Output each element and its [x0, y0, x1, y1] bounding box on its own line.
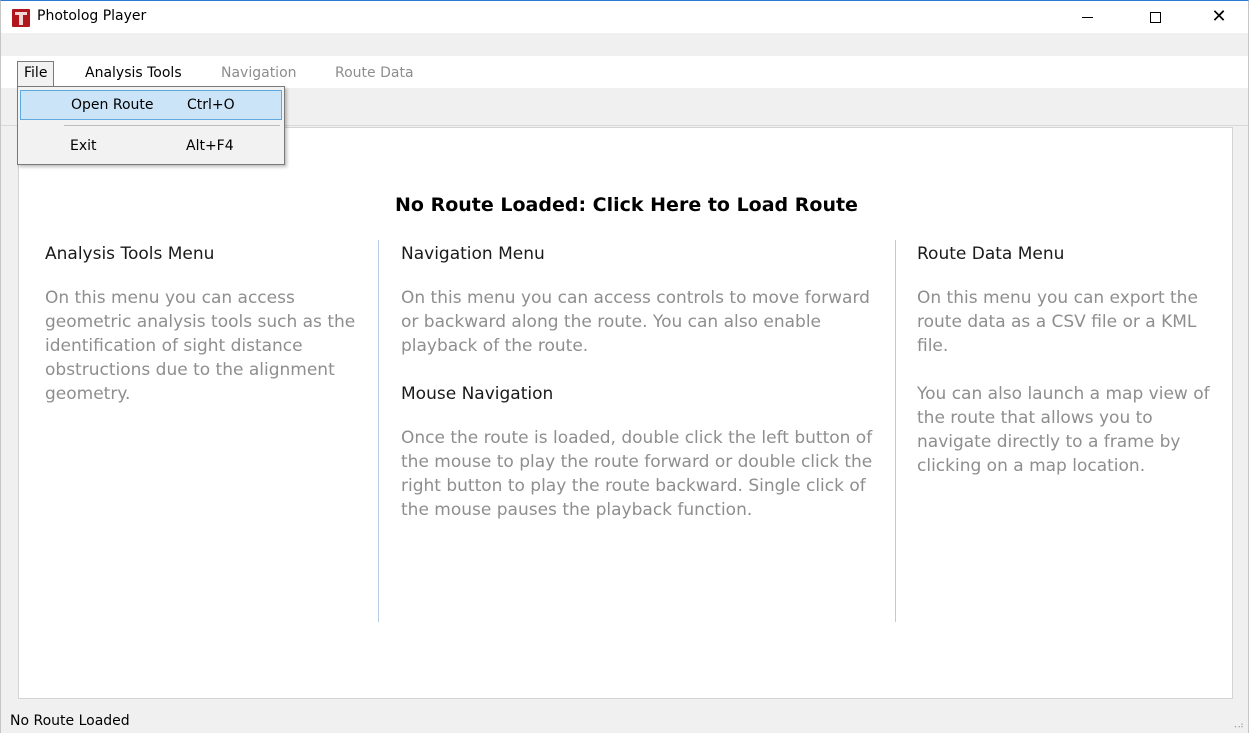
- menu-analysis-tools[interactable]: Analysis Tools: [79, 62, 188, 84]
- navigation-section: Navigation Menu On this menu you can acc…: [401, 244, 881, 522]
- navigation-heading: Navigation Menu: [401, 244, 545, 264]
- route-data-map-description: You can also launch a map view of the ro…: [917, 384, 1210, 476]
- status-text: No Route Loaded: [10, 713, 130, 729]
- open-route-shortcut: Ctrl+O: [187, 97, 235, 113]
- menu-file[interactable]: File: [17, 61, 55, 86]
- analysis-tools-heading: Analysis Tools Menu: [45, 244, 215, 264]
- resize-grip-icon[interactable]: ⠠⠴: [1231, 722, 1244, 731]
- menu-navigation[interactable]: Navigation: [215, 62, 303, 84]
- exit-shortcut: Alt+F4: [186, 138, 234, 154]
- menu-separator: [64, 125, 280, 126]
- close-button[interactable]: ✕: [1196, 1, 1242, 33]
- app-logo-icon: [12, 9, 30, 27]
- route-data-description: On this menu you can export the route da…: [917, 288, 1198, 356]
- close-icon: ✕: [1211, 6, 1227, 27]
- menu-route-data[interactable]: Route Data: [329, 62, 420, 84]
- column-divider: [895, 240, 896, 622]
- menu-item-exit[interactable]: Exit Alt+F4: [20, 132, 282, 162]
- minimize-button[interactable]: [1064, 1, 1110, 33]
- maximize-button[interactable]: [1132, 1, 1178, 33]
- app-window: Photolog Player ✕ File Analysis Tools Na…: [0, 0, 1249, 733]
- mouse-navigation-description: Once the route is loaded, double click t…: [401, 428, 873, 520]
- menu-bar: File Analysis Tools Navigation Route Dat…: [1, 56, 1248, 88]
- minimize-icon: [1081, 16, 1093, 18]
- open-route-label: Open Route: [71, 97, 154, 113]
- column-divider: [378, 240, 379, 622]
- status-bar: No Route Loaded ⠠⠴: [1, 711, 1248, 733]
- window-title: Photolog Player: [37, 8, 147, 24]
- load-route-link[interactable]: No Route Loaded: Click Here to Load Rout…: [19, 194, 1234, 216]
- navigation-description: On this menu you can access controls to …: [401, 288, 870, 356]
- maximize-icon: [1149, 11, 1161, 23]
- analysis-tools-description: On this menu you can access geometric an…: [45, 288, 356, 404]
- menu-item-open-route[interactable]: Open Route Ctrl+O: [20, 90, 282, 120]
- route-data-heading: Route Data Menu: [917, 244, 1065, 264]
- exit-label: Exit: [70, 138, 97, 154]
- analysis-tools-section: Analysis Tools Menu On this menu you can…: [45, 244, 361, 406]
- title-bar[interactable]: Photolog Player ✕: [1, 1, 1248, 33]
- mouse-navigation-heading: Mouse Navigation: [401, 384, 554, 404]
- main-content-panel: No Route Loaded: Click Here to Load Rout…: [18, 127, 1233, 699]
- route-data-section: Route Data Menu On this menu you can exp…: [917, 244, 1227, 478]
- file-menu-dropdown: Open Route Ctrl+O Exit Alt+F4: [17, 86, 285, 165]
